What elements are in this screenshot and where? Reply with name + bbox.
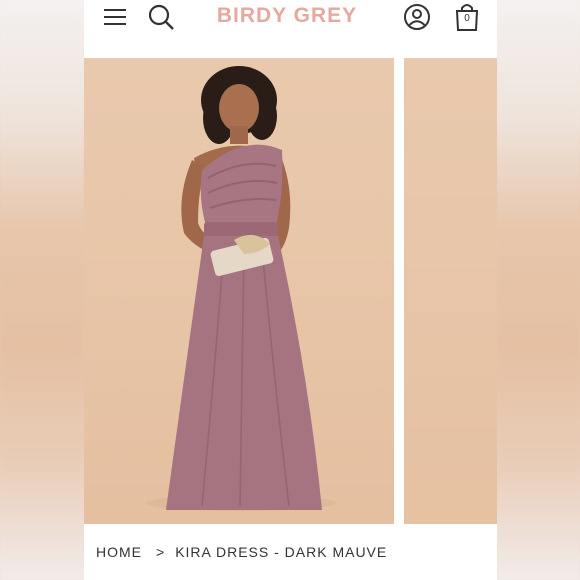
breadcrumb-home-link[interactable]: HOME: [96, 544, 142, 560]
product-photo-main[interactable]: [84, 58, 394, 524]
background-blur-right: [496, 0, 580, 580]
site-header: BIRDY GREY 0: [84, 0, 497, 44]
product-photo-next[interactable]: [404, 58, 497, 524]
account-button[interactable]: [402, 2, 432, 32]
cart-count-badge: 0: [464, 13, 470, 24]
phone-screen: BIRDY GREY 0 HOME > KIRA DRESS - DARK MA…: [84, 0, 497, 580]
menu-button[interactable]: [100, 2, 130, 32]
breadcrumb: HOME > KIRA DRESS - DARK MAUVE: [96, 544, 397, 560]
model-in-dress-image: [146, 66, 336, 511]
breadcrumb-current: KIRA DRESS - DARK MAUVE: [175, 544, 388, 560]
background-blur-left: [0, 0, 84, 580]
menu-icon: [104, 9, 126, 25]
search-icon: [148, 4, 174, 30]
breadcrumb-separator: >: [156, 544, 166, 560]
account-icon: [404, 4, 430, 30]
brand-logo[interactable]: BIRDY GREY: [192, 4, 382, 28]
search-button[interactable]: [146, 2, 176, 32]
cart-button[interactable]: 0: [452, 2, 482, 32]
